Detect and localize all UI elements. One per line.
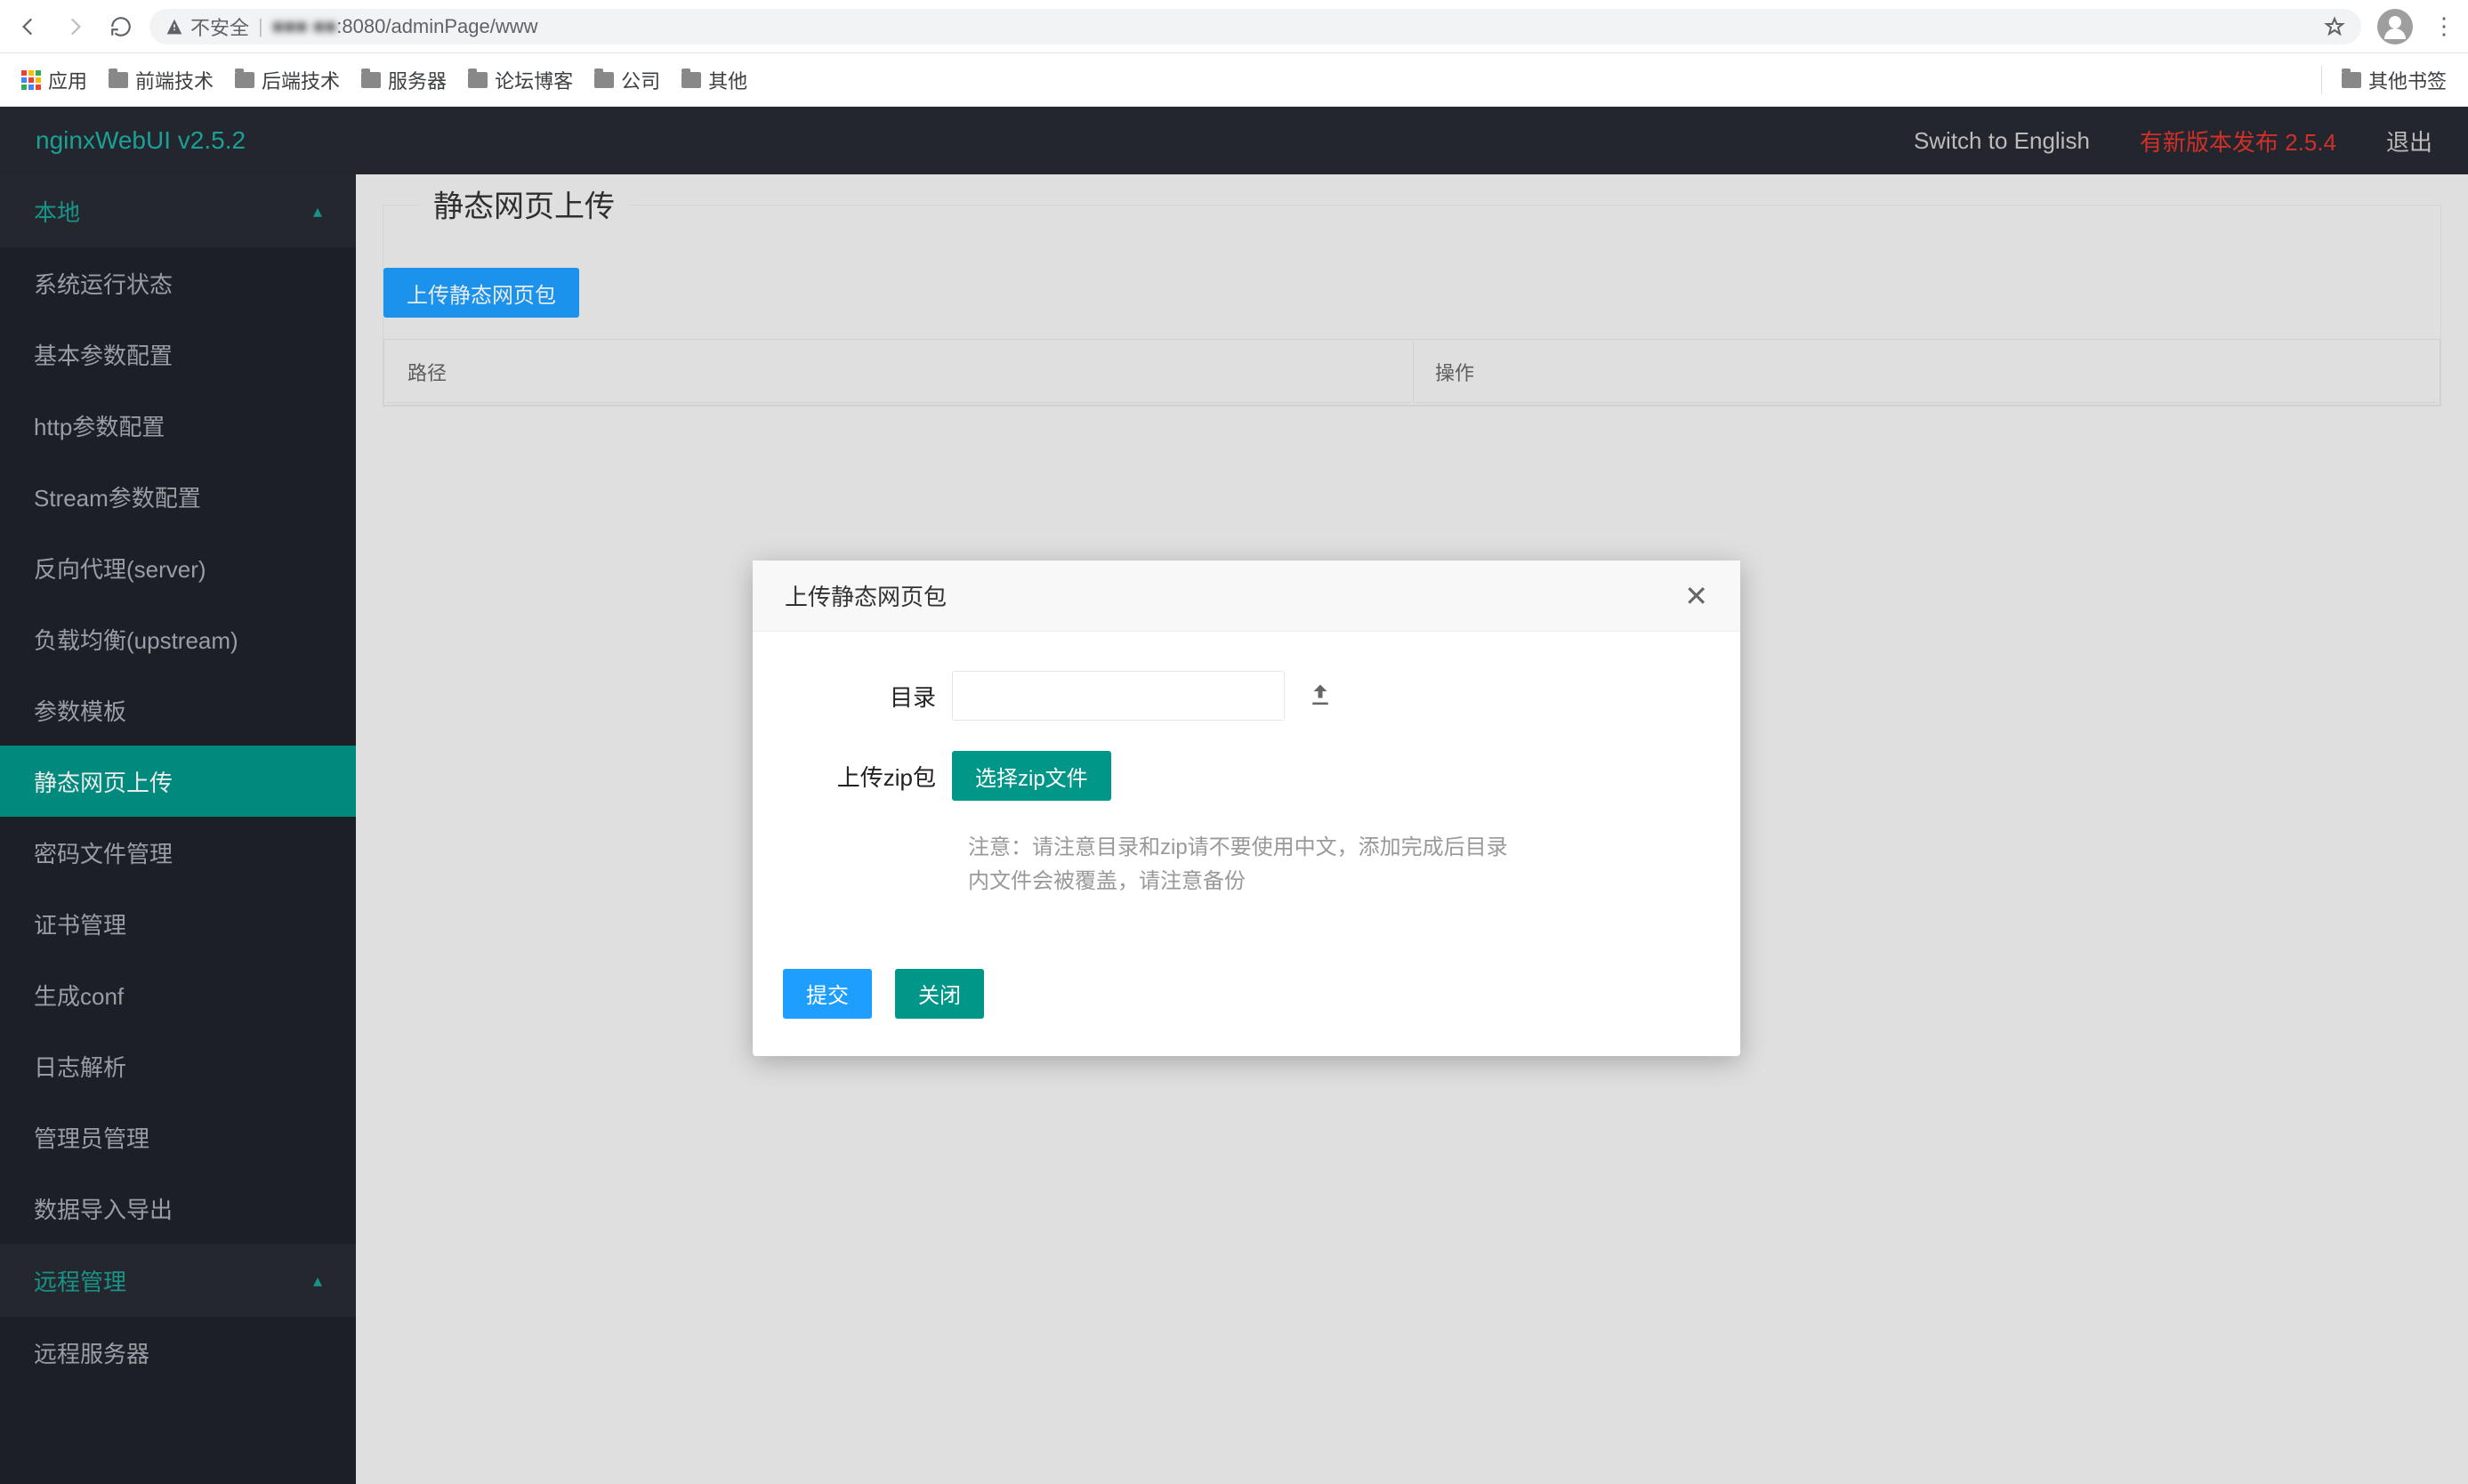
- close-button[interactable]: 关闭: [895, 969, 984, 1019]
- folder-icon: [361, 72, 381, 88]
- submit-button[interactable]: 提交: [783, 969, 872, 1019]
- modal-note: 注意：请注意目录和zip请不要使用中文，添加完成后目录内文件会被覆盖，请注意备份: [968, 831, 1520, 899]
- close-icon[interactable]: ✕: [1684, 579, 1708, 613]
- folder-icon: [682, 72, 701, 88]
- folder-icon: [109, 72, 128, 88]
- url-path: :8080/adminPage/www: [336, 15, 537, 38]
- bookmark-folder[interactable]: 前端技术: [109, 66, 214, 94]
- upload-icon[interactable]: [1304, 682, 1336, 709]
- choose-zip-button[interactable]: 选择zip文件: [952, 751, 1111, 801]
- dir-input[interactable]: [952, 671, 1285, 721]
- insecure-label: 不安全: [190, 12, 249, 41]
- dir-label: 目录: [783, 680, 952, 713]
- bookmark-folder[interactable]: 公司: [594, 66, 660, 94]
- bookmark-folder[interactable]: 其他: [682, 66, 747, 94]
- forward-button[interactable]: [57, 9, 93, 44]
- upload-modal: 上传静态网页包 ✕ 目录 上传zip包 选择zip文件 注意：请注意目录和zip…: [753, 561, 1740, 1056]
- app-header: nginxWebUI v2.5.2 Switch to English 有新版本…: [0, 107, 2468, 174]
- logout-link[interactable]: 退出: [2386, 125, 2432, 157]
- apps-grid-icon: [21, 70, 41, 90]
- apps-shortcut[interactable]: 应用: [21, 66, 87, 94]
- folder-icon: [468, 72, 488, 88]
- profile-avatar-icon[interactable]: [2377, 9, 2413, 44]
- insecure-icon: 不安全: [165, 12, 249, 41]
- other-bookmarks[interactable]: 其他书签: [2342, 66, 2447, 94]
- url-host-obscured: ■■■ ■■: [272, 15, 337, 38]
- back-button[interactable]: [11, 9, 46, 44]
- reload-button[interactable]: [103, 9, 139, 44]
- bookmark-star-icon[interactable]: [2324, 16, 2345, 37]
- bookmark-folder[interactable]: 服务器: [361, 66, 447, 94]
- zip-label: 上传zip包: [783, 760, 952, 793]
- apps-label: 应用: [48, 66, 87, 94]
- brand-title: nginxWebUI v2.5.2: [36, 126, 246, 155]
- bookmark-folder[interactable]: 论坛博客: [468, 66, 573, 94]
- folder-icon: [235, 72, 254, 88]
- switch-language-link[interactable]: Switch to English: [1914, 127, 2090, 155]
- modal-header: 上传静态网页包 ✕: [753, 561, 1740, 632]
- modal-title: 上传静态网页包: [785, 579, 947, 612]
- address-bar[interactable]: 不安全 | ■■■ ■■ :8080/adminPage/www: [149, 9, 2361, 44]
- bookmark-folder[interactable]: 后端技术: [235, 66, 340, 94]
- folder-icon: [2342, 72, 2361, 88]
- new-version-link[interactable]: 有新版本发布 2.5.4: [2140, 125, 2336, 157]
- folder-icon: [594, 72, 614, 88]
- browser-toolbar: 不安全 | ■■■ ■■ :8080/adminPage/www ⋮: [0, 0, 2468, 53]
- browser-menu-icon[interactable]: ⋮: [2429, 12, 2457, 40]
- bookmarks-bar: 应用 前端技术 后端技术 服务器 论坛博客 公司 其他 其他书签: [0, 53, 2468, 107]
